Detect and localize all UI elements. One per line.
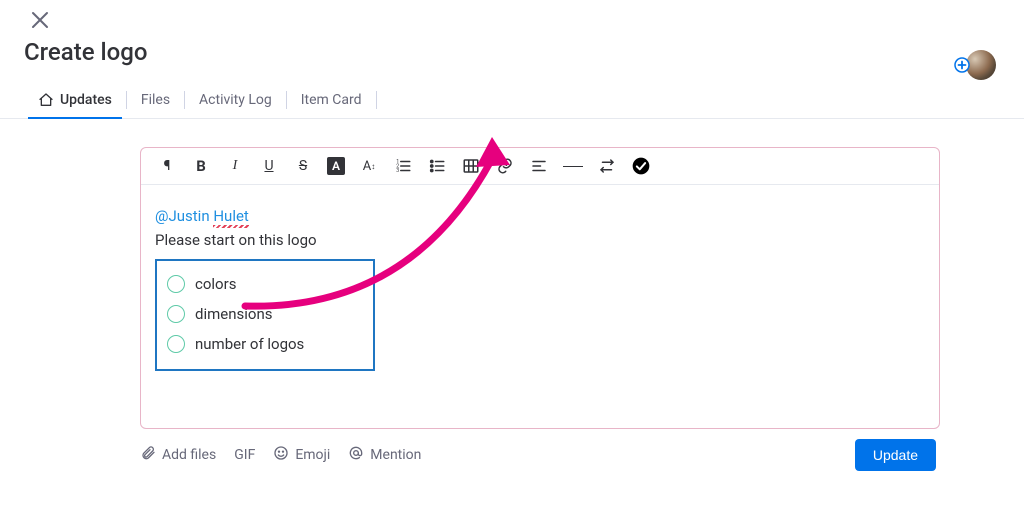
tab-label: Updates — [60, 92, 112, 108]
font-size-icon[interactable]: A↕ — [359, 156, 379, 176]
add-files-button[interactable]: Add files — [140, 445, 216, 465]
gif-label: GIF — [234, 447, 255, 463]
tab-bar: Updates Files Activity Log Item Card — [0, 82, 1024, 119]
svg-text:3: 3 — [396, 168, 399, 174]
table-icon[interactable] — [461, 156, 481, 176]
add-files-label: Add files — [162, 447, 216, 463]
mention-button[interactable]: Mention — [348, 445, 421, 465]
unordered-list-icon[interactable] — [427, 156, 447, 176]
mention-chip[interactable]: @Justin Hulet — [155, 207, 925, 225]
paperclip-icon — [140, 445, 156, 465]
tab-label: Activity Log — [199, 92, 272, 108]
tab-updates[interactable]: Updates — [24, 82, 126, 118]
add-member-icon[interactable] — [954, 57, 970, 73]
editor-body[interactable]: @Justin Hulet Please start on this logo … — [141, 185, 939, 381]
checklist-item-label: dimensions — [195, 305, 272, 323]
mention-first: Justin — [168, 207, 209, 225]
tab-label: Files — [141, 92, 170, 108]
align-icon[interactable] — [529, 156, 549, 176]
item-panel: Create logo Updates Files Activity Log I… — [0, 0, 1024, 511]
tab-separator — [376, 91, 377, 109]
mention-label: Mention — [370, 447, 421, 463]
at-icon — [348, 445, 364, 465]
page-title: Create logo — [24, 38, 1000, 66]
checklist-item[interactable]: dimensions — [167, 299, 363, 329]
link-icon[interactable] — [495, 156, 515, 176]
swap-icon[interactable] — [597, 156, 617, 176]
emoji-icon — [273, 445, 289, 465]
editor-text-line: Please start on this logo — [155, 231, 925, 249]
owner-avatar-group[interactable] — [954, 50, 996, 80]
emoji-label: Emoji — [295, 447, 330, 463]
close-icon[interactable] — [28, 8, 52, 32]
tab-activity-log[interactable]: Activity Log — [185, 82, 286, 118]
checklist-item[interactable]: number of logos — [167, 329, 363, 359]
avatar[interactable] — [966, 50, 996, 80]
check-circle-icon[interactable] — [167, 305, 185, 323]
editor-footer-left: Add files GIF Emoji Mention — [140, 445, 421, 465]
tab-files[interactable]: Files — [127, 82, 184, 118]
update-editor: ¶ B I U S A A↕ 123 — [140, 147, 940, 429]
ordered-list-icon[interactable]: 123 — [393, 156, 413, 176]
check-circle-icon[interactable] — [167, 335, 185, 353]
checklist-item[interactable]: colors — [167, 269, 363, 299]
checklist-item-label: number of logos — [195, 335, 304, 353]
editor-footer: Add files GIF Emoji Mention — [140, 429, 940, 471]
italic-icon[interactable]: I — [225, 156, 245, 176]
update-button[interactable]: Update — [855, 439, 936, 471]
editor-area: ¶ B I U S A A↕ 123 — [0, 119, 1024, 511]
panel-header: Create logo — [0, 0, 1024, 66]
checklist-block[interactable]: colors dimensions number of logos — [155, 259, 375, 371]
tab-label: Item Card — [301, 92, 362, 108]
mention-last: Hulet — [213, 207, 248, 225]
strike-icon[interactable]: S — [293, 156, 313, 176]
emoji-button[interactable]: Emoji — [273, 445, 330, 465]
underline-icon[interactable]: U — [259, 156, 279, 176]
editor-toolbar: ¶ B I U S A A↕ 123 — [141, 148, 939, 185]
gif-button[interactable]: GIF — [234, 447, 255, 463]
mention-prefix: @ — [155, 207, 168, 225]
checklist-icon[interactable] — [631, 156, 651, 176]
hr-icon[interactable] — [563, 156, 583, 176]
checklist-item-label: colors — [195, 275, 236, 293]
tab-item-card[interactable]: Item Card — [287, 82, 376, 118]
text-bg-icon[interactable]: A — [327, 157, 345, 175]
home-icon — [38, 92, 54, 108]
bold-icon[interactable]: B — [191, 156, 211, 176]
paragraph-icon[interactable]: ¶ — [157, 156, 177, 176]
check-circle-icon[interactable] — [167, 275, 185, 293]
